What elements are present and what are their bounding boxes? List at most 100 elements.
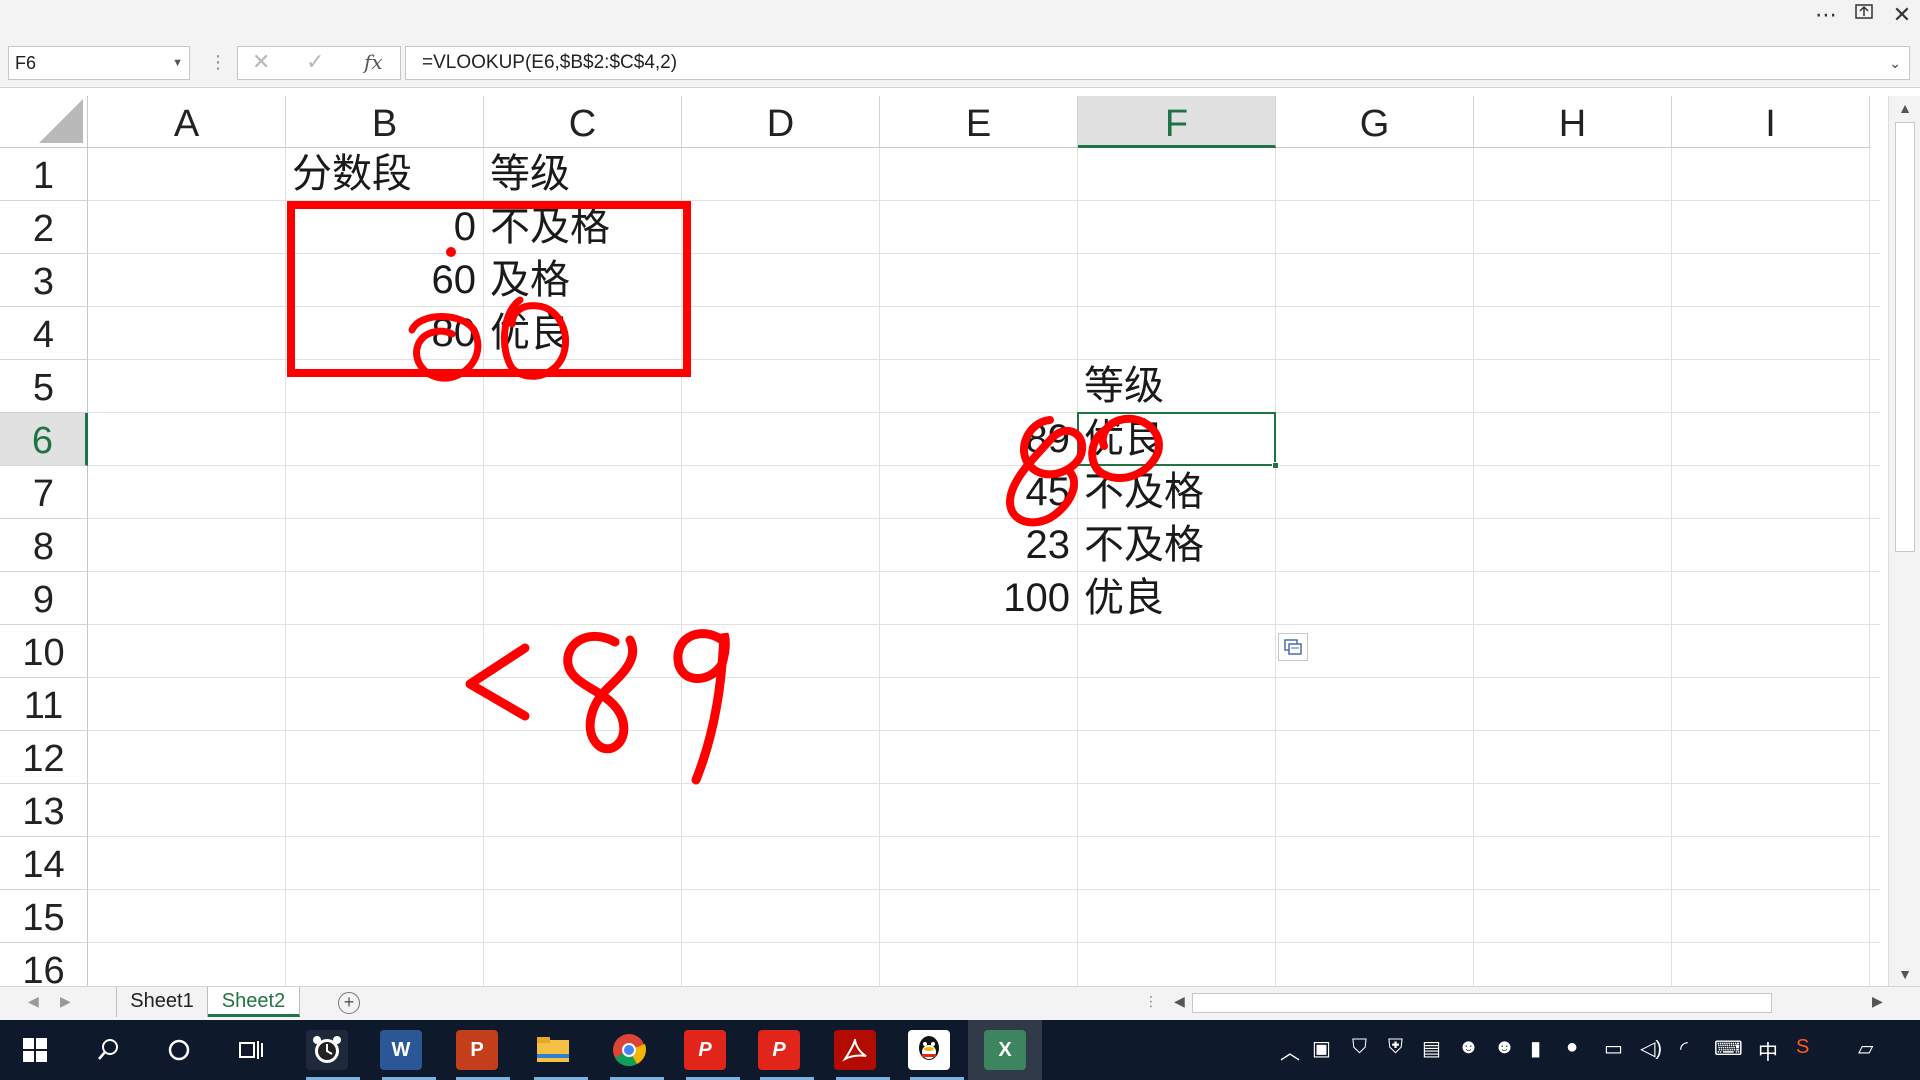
column-header-G[interactable]: G	[1276, 96, 1474, 148]
name-box[interactable]: F6 ▼	[8, 46, 190, 80]
wechat-icon[interactable]: ●	[1566, 1036, 1578, 1059]
row-header-15[interactable]: 15	[0, 890, 88, 943]
row-header-6[interactable]: 6	[0, 413, 88, 466]
chevron-down-icon[interactable]: ▼	[172, 47, 183, 79]
cell-F5[interactable]: 等级	[1084, 360, 1164, 413]
row-header-10[interactable]: 10	[0, 625, 88, 678]
insert-function-icon[interactable]: fx	[364, 50, 383, 74]
row-header-1[interactable]: 1	[0, 148, 88, 201]
expand-formula-icon[interactable]: ⌄	[1889, 47, 1901, 79]
row-header-14[interactable]: 14	[0, 837, 88, 890]
pdf-editor-2-icon[interactable]: P	[758, 1030, 800, 1070]
close-icon[interactable]: ✕	[1884, 2, 1920, 28]
cell-B3[interactable]: 60	[286, 254, 477, 307]
search-icon[interactable]	[88, 1030, 130, 1070]
volume-icon[interactable]: ◁)	[1640, 1036, 1662, 1061]
next-sheet-icon[interactable]: ▶	[60, 993, 71, 1010]
windows-start-icon[interactable]	[14, 1030, 56, 1070]
row-header-9[interactable]: 9	[0, 572, 88, 625]
column-header-A[interactable]: A	[88, 96, 286, 148]
antivirus-icon[interactable]: ⛨	[1388, 1036, 1403, 1059]
column-header-C[interactable]: C	[484, 96, 682, 148]
column-header-D[interactable]: D	[682, 96, 880, 148]
row-header-3[interactable]: 3	[0, 254, 88, 307]
worksheet-grid[interactable]: ABCDEFGHI 1 2 3 4 5 6 7 8 9 10 11 12 13 14 15 16 分数段 等级…	[0, 96, 1880, 986]
notification-icon[interactable]: ▱	[1858, 1036, 1873, 1061]
cell-E9[interactable]: 100	[880, 572, 1070, 625]
alarm-clock-icon[interactable]	[306, 1030, 348, 1070]
row-header-5[interactable]: 5	[0, 360, 88, 413]
row-header-13[interactable]: 13	[0, 784, 88, 837]
word-icon[interactable]: W	[380, 1030, 422, 1070]
qq-tray-icon[interactable]: ☻	[1458, 1036, 1479, 1059]
row-header-8[interactable]: 8	[0, 519, 88, 572]
tray-folder-icon[interactable]: ▣	[1312, 1036, 1331, 1061]
cell-F8[interactable]: 不及格	[1084, 519, 1204, 572]
task-view-icon[interactable]	[230, 1030, 272, 1070]
prev-sheet-icon[interactable]: ◀	[28, 993, 39, 1010]
name-box-value[interactable]: F6	[15, 53, 36, 73]
row-header-11[interactable]: 11	[0, 678, 88, 731]
input-method-label[interactable]: 中	[1758, 1036, 1778, 1065]
scroll-left-icon[interactable]: ◀	[1174, 993, 1185, 1010]
add-sheet-icon[interactable]: +	[338, 992, 360, 1014]
acrobat-icon[interactable]	[834, 1030, 876, 1070]
sheet-tab-sheet2[interactable]: Sheet2	[208, 987, 300, 1017]
vertical-scrollbar[interactable]: ▲ ▼	[1888, 96, 1920, 986]
cell-C2[interactable]: 不及格	[490, 201, 610, 254]
scroll-down-icon[interactable]: ▼	[1889, 966, 1920, 982]
battery-icon[interactable]: ▭	[1604, 1036, 1623, 1061]
horizontal-scrollbar[interactable]: ◀ ▶	[1168, 991, 1888, 1015]
column-header-B[interactable]: B	[286, 96, 484, 148]
vertical-scroll-thumb[interactable]	[1895, 122, 1915, 552]
shield-icon[interactable]: ⛉	[1352, 1036, 1367, 1059]
column-header-F[interactable]: F	[1078, 96, 1276, 148]
powerpoint-icon[interactable]: P	[456, 1030, 498, 1070]
keyboard-icon[interactable]: ⌨	[1714, 1036, 1743, 1061]
qq-icon[interactable]	[908, 1030, 950, 1070]
microphone-icon[interactable]: ▮	[1530, 1036, 1541, 1061]
formula-input[interactable]: =VLOOKUP(E6,$B$2:$C$4,2) ⌄	[405, 46, 1910, 80]
cell-F7[interactable]: 不及格	[1084, 466, 1204, 519]
select-all-button[interactable]	[0, 96, 88, 148]
row-header-16[interactable]: 16	[0, 943, 88, 986]
cell-C3[interactable]: 及格	[490, 254, 570, 307]
restore-icon[interactable]	[1846, 2, 1882, 28]
tray-chat-icon[interactable]: ▤	[1422, 1036, 1441, 1061]
sheet-tab-sheet1[interactable]: Sheet1	[116, 987, 208, 1017]
cancel-icon[interactable]: ✕	[252, 49, 270, 75]
enter-icon[interactable]: ✓	[306, 49, 324, 75]
cortana-icon[interactable]	[158, 1030, 200, 1070]
qq-tray-2-icon[interactable]: ☻	[1494, 1036, 1515, 1059]
cell-B2[interactable]: 0	[286, 201, 476, 254]
fill-handle[interactable]	[1272, 462, 1279, 469]
cell-E7[interactable]: 45	[880, 466, 1071, 519]
show-hidden-icons[interactable]: ︿	[1280, 1036, 1300, 1065]
chrome-icon[interactable]	[608, 1030, 650, 1070]
formula-text[interactable]: =VLOOKUP(E6,$B$2:$C$4,2)	[422, 52, 677, 73]
file-explorer-icon[interactable]	[532, 1030, 574, 1070]
active-cell-selection[interactable]	[1077, 412, 1276, 466]
row-header-7[interactable]: 7	[0, 466, 88, 519]
cell-C4[interactable]: 优良	[490, 307, 570, 360]
cell-B1[interactable]: 分数段	[292, 148, 412, 201]
cell-E6[interactable]: 89	[880, 413, 1071, 466]
column-header-E[interactable]: E	[880, 96, 1078, 148]
cell-B4[interactable]: 80	[286, 307, 477, 360]
pdf-editor-icon[interactable]: P	[684, 1030, 726, 1070]
sogou-icon[interactable]: S	[1796, 1036, 1809, 1059]
wifi-icon[interactable]: ◜	[1680, 1036, 1688, 1061]
scroll-up-icon[interactable]: ▲	[1889, 100, 1920, 116]
cell-F9[interactable]: 优良	[1084, 572, 1164, 625]
cell-E8[interactable]: 23	[880, 519, 1071, 572]
cell-C1[interactable]: 等级	[490, 148, 570, 201]
row-header-2[interactable]: 2	[0, 201, 88, 254]
vertical-dots-icon[interactable]: ⋮	[1144, 993, 1158, 1010]
more-icon[interactable]: ⋯	[1808, 2, 1844, 28]
column-header-I[interactable]: I	[1672, 96, 1870, 148]
row-header-4[interactable]: 4	[0, 307, 88, 360]
column-header-H[interactable]: H	[1474, 96, 1672, 148]
scroll-right-icon[interactable]: ▶	[1872, 993, 1883, 1010]
horizontal-scroll-thumb[interactable]	[1192, 993, 1772, 1013]
paste-options-icon[interactable]	[1278, 633, 1308, 661]
